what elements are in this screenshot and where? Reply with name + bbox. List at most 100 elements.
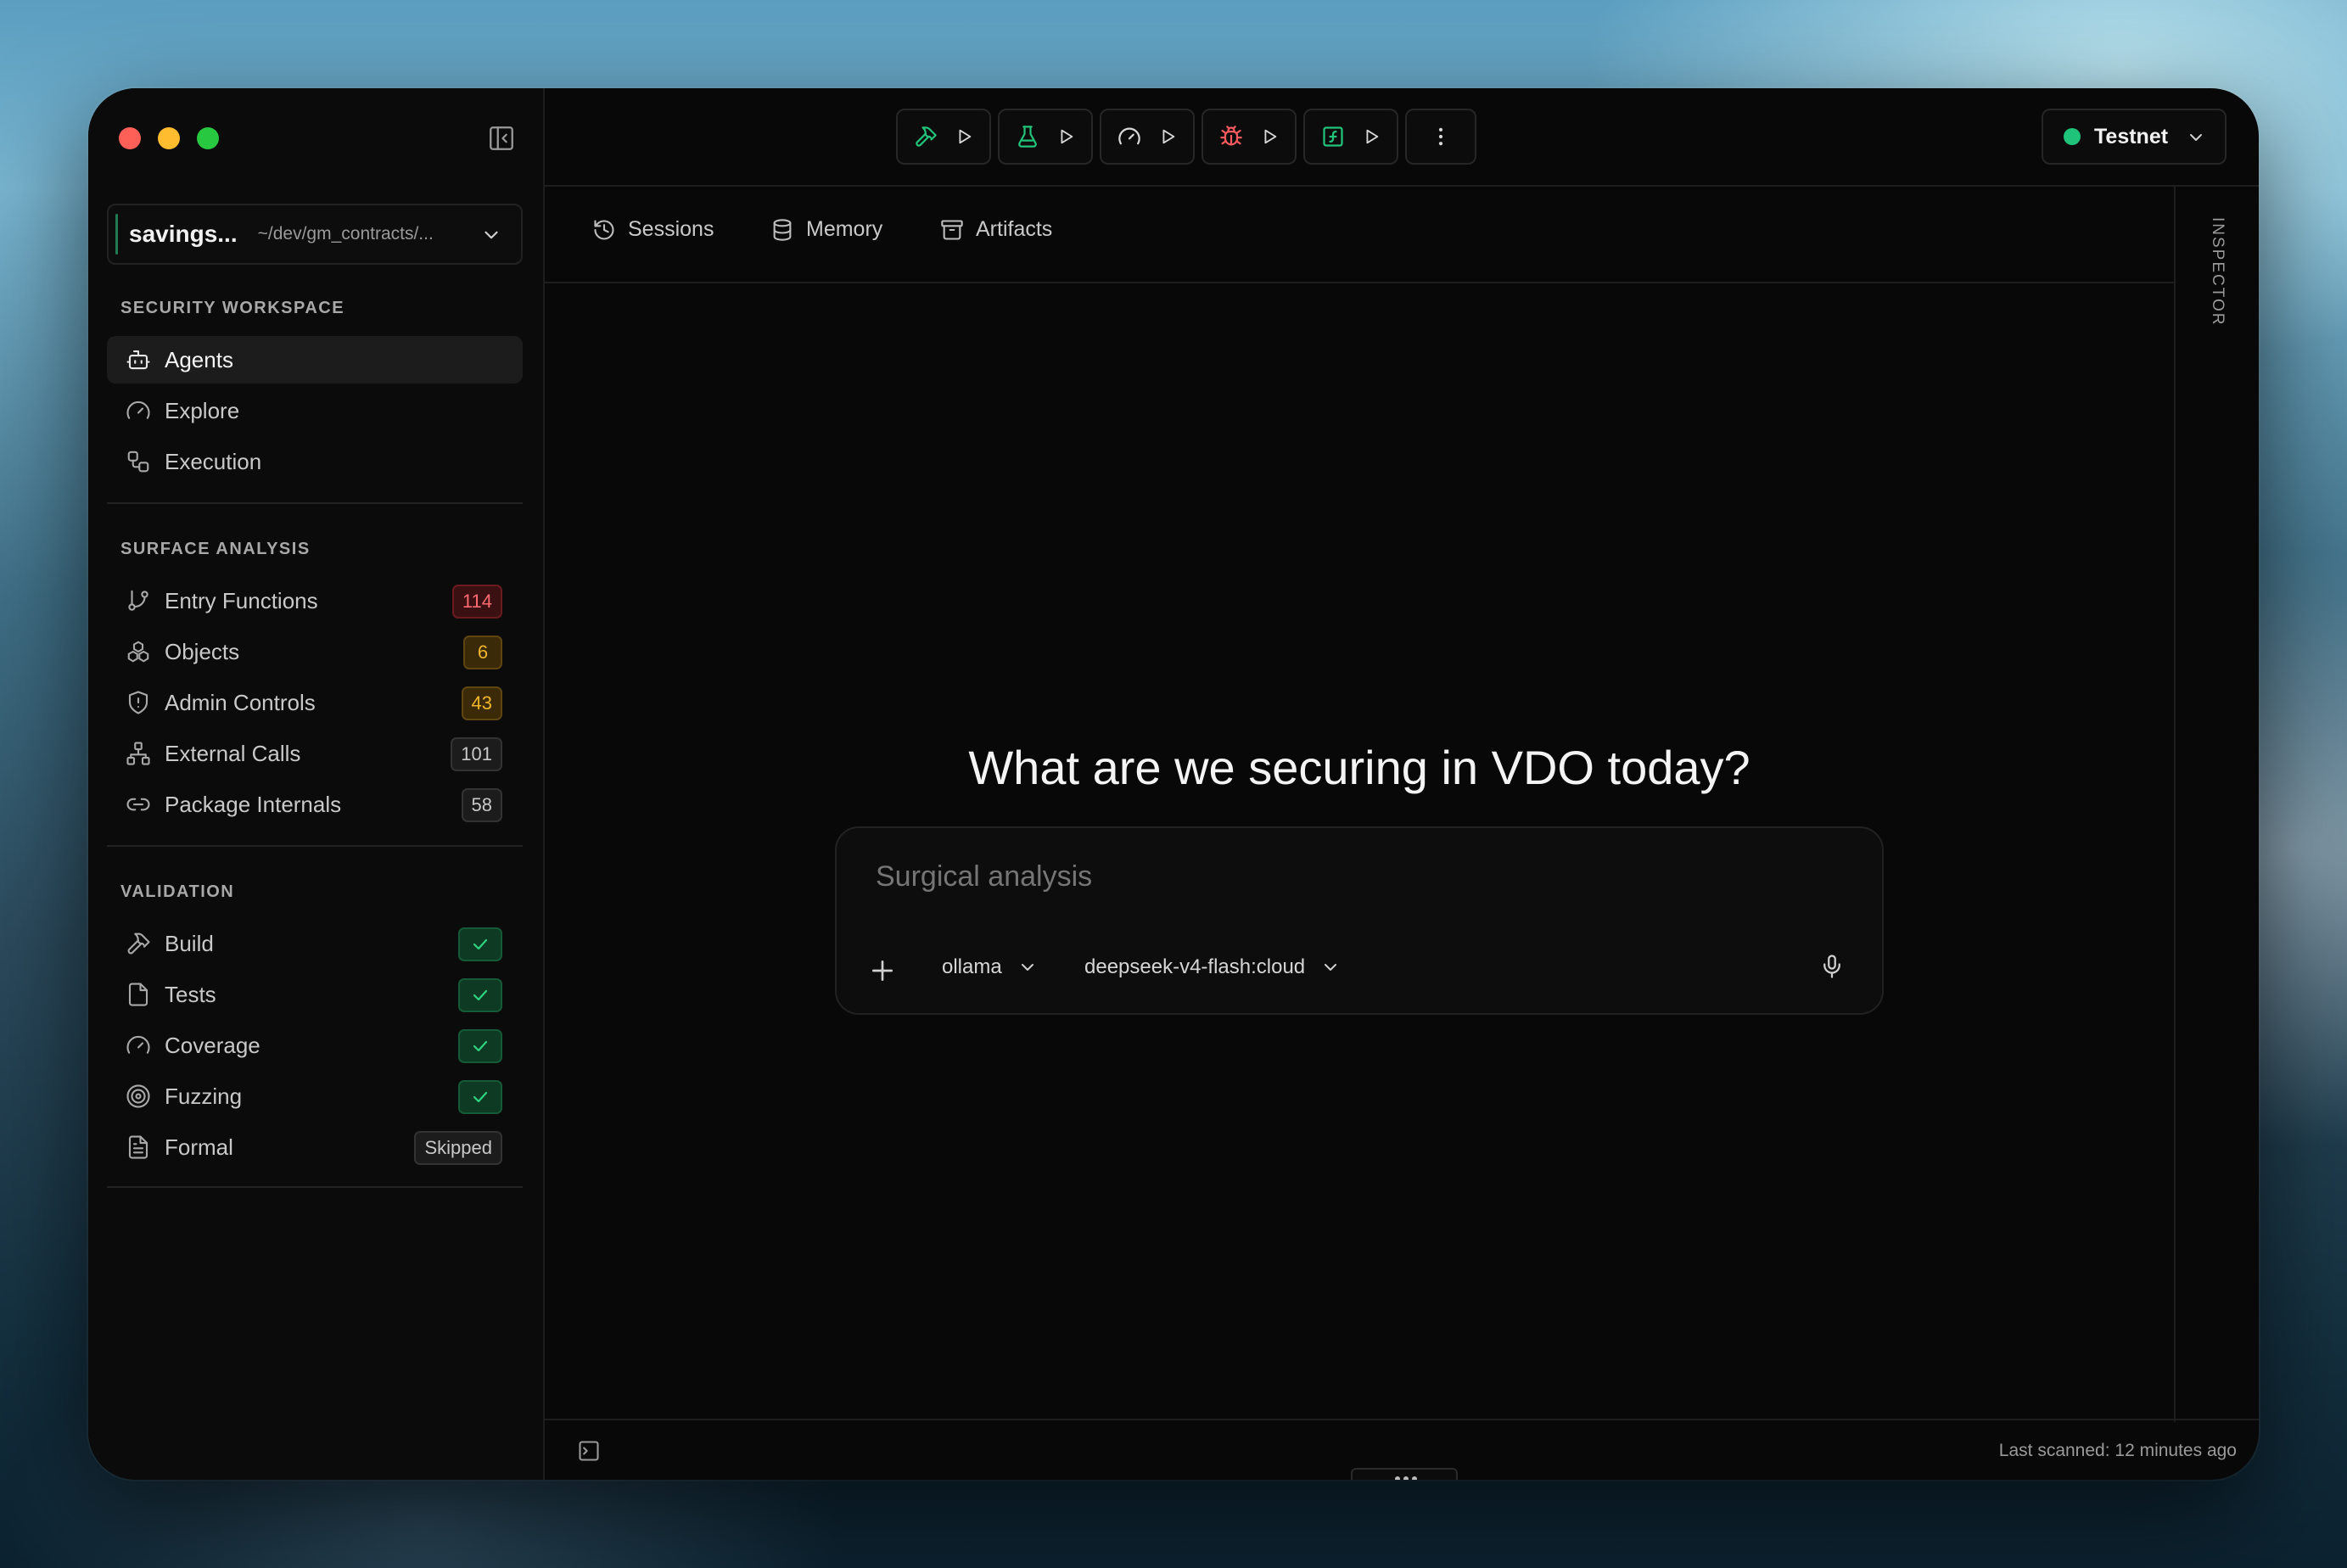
provider-select[interactable]: ollama: [942, 955, 1038, 979]
play-icon: [1366, 129, 1379, 144]
divider: [107, 502, 523, 504]
count-badge: 58: [461, 788, 502, 822]
sidebar-item-admin-controls[interactable]: Admin Controls 43: [107, 679, 523, 726]
git-branch-icon: [128, 590, 148, 611]
sidebar-item-label: Fuzzing: [165, 1083, 243, 1109]
project-path: ~/dev/gm_contracts/...: [257, 224, 434, 244]
plus-icon: [872, 960, 893, 981]
hammer-icon: [916, 126, 937, 147]
sidebar-item-agents[interactable]: Agents: [107, 336, 523, 384]
run-build-button[interactable]: [896, 109, 991, 165]
zoom-window-button[interactable]: [197, 127, 219, 149]
close-window-button[interactable]: [119, 127, 141, 149]
play-icon: [1162, 129, 1175, 144]
sidebar: savings... ~/dev/gm_contracts/... SECURI…: [88, 88, 545, 1480]
check-icon: [473, 989, 488, 1001]
page-title: What are we securing in VDO today?: [968, 741, 1750, 794]
database-icon: [773, 218, 792, 241]
status-badge: [458, 1029, 502, 1063]
toolbar: Testnet: [545, 88, 2259, 187]
sidebar-item-external-calls[interactable]: External Calls 101: [107, 730, 523, 777]
sidebar-item-label: Objects: [165, 638, 240, 664]
sidebar-item-objects[interactable]: Objects 6: [107, 628, 523, 675]
section-title-security-workspace: SECURITY WORKSPACE: [120, 299, 345, 317]
run-formal-button[interactable]: [1303, 109, 1398, 165]
window-controls: [119, 127, 219, 149]
network-icon: [126, 742, 150, 765]
run-coverage-button[interactable]: [1100, 109, 1195, 165]
sidebar-item-label: Explore: [165, 397, 240, 423]
inspector-label: INSPECTOR: [2209, 217, 2227, 327]
model-label: deepseek-v4-flash:cloud: [1084, 955, 1306, 978]
gauge-icon: [1118, 127, 1140, 145]
app-window: savings... ~/dev/gm_contracts/... SECURI…: [88, 88, 2259, 1480]
boxes-icon: [127, 641, 149, 663]
divider: [107, 1186, 523, 1188]
sidebar-item-explore[interactable]: Explore: [107, 387, 523, 434]
add-attachment-button[interactable]: [869, 957, 896, 988]
count-badge: 43: [461, 686, 502, 720]
sidebar-item-execution[interactable]: Execution: [107, 438, 523, 485]
divider: [107, 845, 523, 847]
terminal-toggle-button[interactable]: [577, 1439, 601, 1467]
microphone-icon: [1823, 955, 1840, 978]
run-fuzzing-button[interactable]: [1202, 109, 1297, 165]
chevron-down-icon: [485, 231, 498, 239]
sidebar-item-fuzzing[interactable]: Fuzzing: [107, 1072, 523, 1120]
bug-icon: [1220, 126, 1242, 146]
sidebar-item-build[interactable]: Build: [107, 920, 523, 967]
sidebar-item-package-internals[interactable]: Package Internals 58: [107, 781, 523, 828]
model-select[interactable]: deepseek-v4-flash:cloud: [1084, 955, 1341, 979]
network-status-dot: [2064, 128, 2081, 145]
tab-label: Memory: [806, 217, 883, 241]
play-icon: [1061, 129, 1073, 144]
play-icon: [1264, 129, 1277, 144]
project-selector[interactable]: savings... ~/dev/gm_contracts/...: [107, 204, 523, 265]
voice-input-button[interactable]: [1819, 954, 1845, 983]
sidebar-item-formal[interactable]: Formal Skipped: [107, 1123, 523, 1171]
terminal-icon: [579, 1441, 599, 1461]
tab-bar: Sessions Memory Artifacts: [545, 187, 2174, 283]
status-badge: Skipped: [414, 1131, 502, 1165]
sidebar-item-tests[interactable]: Tests: [107, 971, 523, 1018]
network-selector[interactable]: Testnet: [2042, 109, 2227, 165]
flask-icon: [1018, 126, 1037, 148]
sidebar-item-coverage[interactable]: Coverage: [107, 1022, 523, 1069]
tab-memory[interactable]: Memory: [770, 217, 882, 242]
run-tests-button[interactable]: [998, 109, 1093, 165]
sidebar-item-entry-functions[interactable]: Entry Functions 114: [107, 577, 523, 624]
tab-artifacts[interactable]: Artifacts: [940, 217, 1052, 242]
count-badge: 114: [451, 585, 502, 619]
shield-icon: [128, 691, 148, 714]
sidebar-item-label: Build: [165, 930, 214, 956]
sidebar-toggle-icon[interactable]: [487, 124, 516, 153]
check-icon: [473, 1091, 488, 1103]
tab-sessions[interactable]: Sessions: [592, 217, 714, 242]
section-title-surface-analysis: SURFACE ANALYSIS: [120, 540, 311, 558]
last-scanned-status: Last scanned: 12 minutes ago: [1998, 1441, 2237, 1460]
more-actions-button[interactable]: [1405, 109, 1476, 165]
sidebar-item-label: Execution: [165, 448, 262, 474]
sidebar-item-label: Package Internals: [165, 791, 342, 817]
chevron-down-icon: [1021, 964, 1033, 971]
archive-icon: [941, 219, 963, 240]
count-badge: 101: [451, 737, 502, 771]
inspector-panel[interactable]: INSPECTOR: [2174, 187, 2259, 1422]
tab-label: Sessions: [628, 217, 714, 241]
status-bar: Last scanned: 12 minutes ago: [545, 1419, 2259, 1480]
panel-drag-handle[interactable]: [1351, 1468, 1458, 1480]
network-label: Testnet: [2094, 124, 2169, 148]
play-icon: [959, 129, 972, 144]
section-title-validation: VALIDATION: [120, 882, 235, 901]
prompt-input[interactable]: [876, 860, 1843, 893]
function-icon: [1323, 126, 1343, 147]
tab-label: Artifacts: [976, 217, 1053, 241]
minimize-window-button[interactable]: [158, 127, 180, 149]
status-badge: [458, 978, 502, 1012]
status-badge: [458, 1080, 502, 1114]
check-icon: [473, 1040, 488, 1052]
sidebar-item-label: Formal: [165, 1134, 233, 1160]
gauge-icon: [126, 1035, 150, 1054]
sidebar-item-label: Agents: [165, 346, 233, 372]
gauge-icon: [126, 400, 150, 419]
